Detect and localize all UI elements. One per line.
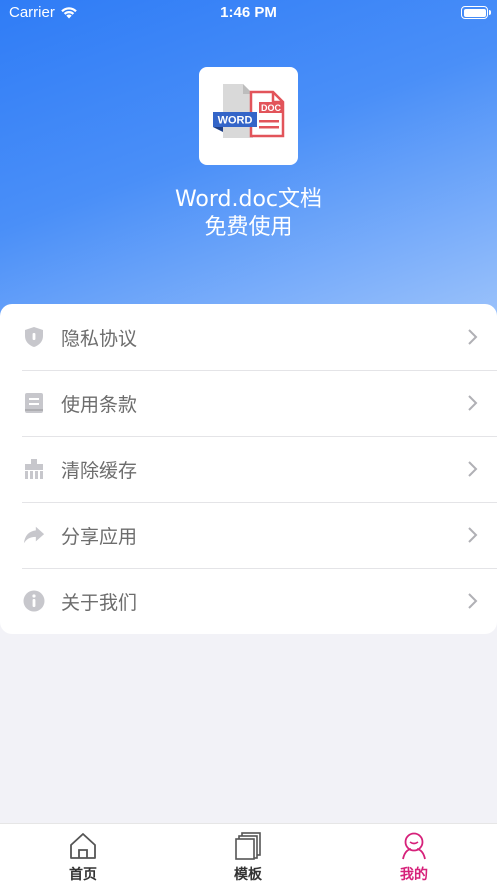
- menu-item-privacy-policy[interactable]: 隐私协议: [0, 304, 497, 370]
- menu-item-label: 使用条款: [61, 393, 138, 416]
- menu-item-about-us[interactable]: 关于我们: [0, 568, 497, 634]
- chevron-right-icon: [468, 527, 478, 543]
- app-title-line1: Word.doc文档: [174, 187, 323, 212]
- app-logo: DOC WORD: [199, 67, 298, 165]
- status-time: 1:46 PM: [220, 4, 277, 21]
- doc-badge-text: DOC: [261, 103, 282, 113]
- share-arrow-icon: [23, 524, 45, 546]
- chevron-right-icon: [468, 329, 478, 345]
- menu-item-label: 关于我们: [61, 591, 138, 614]
- word-doc-icon: DOC WORD: [212, 84, 284, 138]
- info-icon: [23, 590, 45, 612]
- status-bar: Carrier 1:46 PM: [0, 0, 497, 26]
- document-icon: [23, 392, 45, 414]
- tab-bar: 首页 模板 我的: [0, 823, 497, 883]
- settings-menu: 隐私协议 使用条款 清除缓存 分享应用 关于我们: [0, 304, 497, 634]
- menu-item-share-app[interactable]: 分享应用: [0, 502, 497, 568]
- menu-item-terms-of-use[interactable]: 使用条款: [0, 370, 497, 436]
- chevron-right-icon: [468, 593, 478, 609]
- chevron-right-icon: [468, 461, 478, 477]
- tab-label: 我的: [400, 867, 428, 883]
- broom-icon: [23, 458, 45, 480]
- app-title: Word.doc文档 免费使用: [0, 186, 497, 242]
- battery-icon: [461, 6, 491, 19]
- tab-label: 模板: [234, 867, 262, 883]
- shield-icon: [23, 326, 45, 348]
- tab-templates[interactable]: 模板: [188, 824, 308, 883]
- word-badge-text: WORD: [217, 115, 252, 127]
- header-banner: [0, 0, 497, 330]
- menu-item-clear-cache[interactable]: 清除缓存: [0, 436, 497, 502]
- menu-item-label: 清除缓存: [61, 459, 138, 482]
- chevron-right-icon: [468, 395, 478, 411]
- tab-label: 首页: [69, 867, 97, 883]
- profile-icon: [402, 832, 426, 860]
- tab-home[interactable]: 首页: [23, 824, 143, 883]
- home-icon: [70, 833, 96, 859]
- templates-icon: [235, 832, 261, 860]
- menu-item-label: 隐私协议: [61, 327, 138, 350]
- tab-profile[interactable]: 我的: [354, 824, 474, 883]
- app-title-line2: 免费使用: [204, 215, 293, 240]
- menu-item-label: 分享应用: [61, 525, 138, 548]
